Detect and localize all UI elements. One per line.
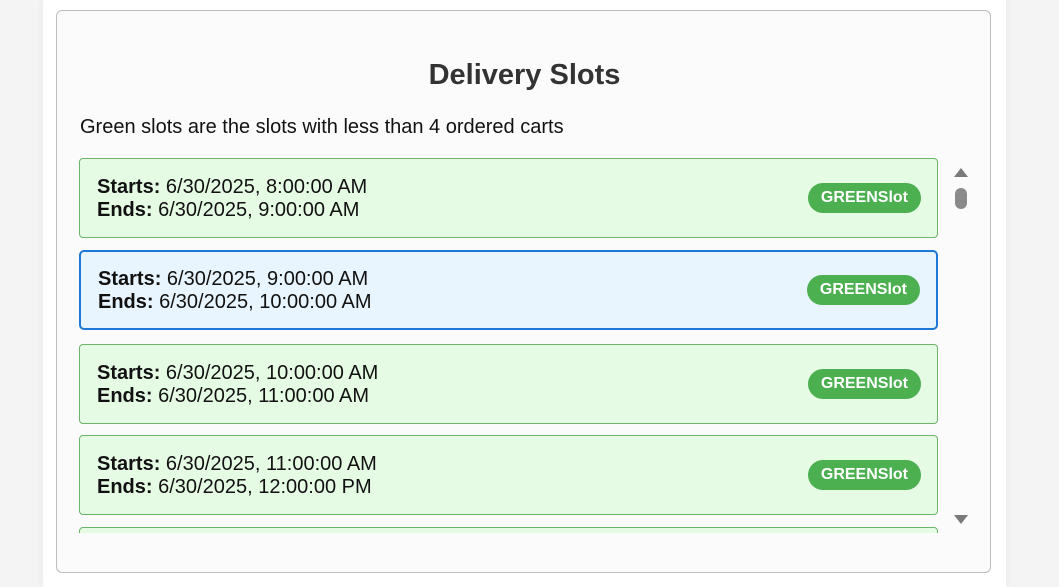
slot-card[interactable]: Starts: 6/30/2025, 11:00:00 AM Ends: 6/3… bbox=[79, 435, 938, 515]
green-slot-badge: GREENSlot bbox=[807, 183, 921, 213]
ends-label: Ends: bbox=[97, 476, 153, 498]
slot-times: Starts: 6/30/2025, 11:00:00 AM Ends: 6/3… bbox=[97, 453, 377, 499]
starts-label: Starts: bbox=[97, 453, 161, 475]
slot-times: Starts: 6/30/2025, 9:00:00 AM Ends: 6/30… bbox=[98, 268, 372, 314]
slot-times: Starts: 6/30/2025, 8:00:00 AM Ends: 6/30… bbox=[97, 176, 367, 222]
starts-label: Starts: bbox=[97, 362, 161, 384]
slot-end-time: 6/30/2025, 9:00:00 AM bbox=[158, 199, 360, 221]
slot-card[interactable]: Starts: 6/30/2025, 8:00:00 AM Ends: 6/30… bbox=[79, 158, 938, 238]
delivery-slots-panel: Delivery Slots Green slots are the slots… bbox=[56, 10, 991, 573]
scroll-down-arrow-icon[interactable] bbox=[954, 515, 968, 524]
slot-start-time: 6/30/2025, 8:00:00 AM bbox=[165, 176, 368, 198]
page-subtitle: Green slots are the slots with less than… bbox=[80, 116, 564, 138]
slot-start-time: 6/30/2025, 10:00:00 AM bbox=[165, 362, 379, 384]
starts-label: Starts: bbox=[97, 176, 161, 198]
ends-label: Ends: bbox=[97, 199, 153, 221]
slot-card-selected[interactable]: Starts: 6/30/2025, 9:00:00 AM Ends: 6/30… bbox=[79, 250, 938, 330]
slot-start-time: 6/30/2025, 11:00:00 AM bbox=[165, 453, 377, 475]
ends-label: Ends: bbox=[97, 385, 153, 407]
slot-start-time: 6/30/2025, 9:00:00 AM bbox=[166, 268, 369, 290]
slot-card[interactable]: Starts: 6/30/2025, 10:00:00 AM Ends: 6/3… bbox=[79, 344, 938, 424]
slot-end-time: 6/30/2025, 11:00:00 AM bbox=[158, 385, 370, 407]
slot-times: Starts: 6/30/2025, 10:00:00 AM Ends: 6/3… bbox=[97, 362, 378, 408]
page-title: Delivery Slots bbox=[428, 59, 621, 91]
starts-label: Starts: bbox=[98, 268, 162, 290]
green-slot-badge: GREENSlot bbox=[806, 275, 920, 305]
scrollbar-thumb[interactable] bbox=[955, 188, 967, 209]
ends-label: Ends: bbox=[98, 291, 154, 313]
green-slot-badge: GREENSlot bbox=[807, 369, 921, 399]
slot-card-partial[interactable] bbox=[79, 527, 938, 533]
slot-end-time: 6/30/2025, 10:00:00 AM bbox=[159, 291, 372, 313]
slot-list[interactable]: Starts: 6/30/2025, 8:00:00 AM Ends: 6/30… bbox=[79, 158, 939, 533]
scroll-up-arrow-icon[interactable] bbox=[954, 168, 968, 177]
green-slot-badge: GREENSlot bbox=[807, 460, 921, 490]
slot-end-time: 6/30/2025, 12:00:00 PM bbox=[158, 476, 372, 498]
